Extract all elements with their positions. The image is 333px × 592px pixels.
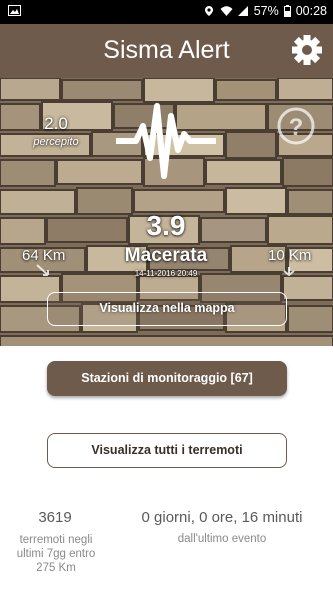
app-bar: Sisma Alert <box>0 24 333 78</box>
question-circle-icon[interactable]: ? <box>276 106 316 146</box>
earthquake-count-label: terremoti negli ultimi 7gg entro 275 Km <box>16 534 96 574</box>
image-icon <box>8 5 21 19</box>
app-title: Sisma Alert <box>103 36 230 64</box>
time-since-last-event: 0 giorni, 0 ore, 16 minuti <box>141 509 303 526</box>
seismograph-icon <box>116 103 216 179</box>
location-icon <box>203 5 215 17</box>
event-panel: ? 2.0 percepito 3.9 Macerata 14-11-2016 … <box>0 78 333 346</box>
monitoring-stations-button[interactable]: Stazioni di monitoraggio [67] <box>47 361 287 396</box>
depth-arrow-icon <box>283 267 295 276</box>
perceived-label: percepito <box>33 136 79 148</box>
gear-icon[interactable] <box>290 33 324 67</box>
earthquake-count: 3619 <box>38 509 72 526</box>
magnitude-value: 3.9 <box>146 210 186 241</box>
direction-arrow-icon <box>36 264 49 276</box>
event-datetime: 14-11-2016 20:49 <box>134 269 198 278</box>
time-since-last-event-label: dall'ultimo evento <box>177 533 267 545</box>
svg-text:?: ? <box>289 114 304 141</box>
signal-icon <box>237 5 249 17</box>
view-all-earthquakes-button[interactable]: Visualizza tutti i terremoti <box>47 433 287 468</box>
wifi-icon <box>220 5 233 17</box>
perceived-value: 2.0 <box>44 114 68 133</box>
battery-icon <box>283 5 291 17</box>
clock-text: 00:28 <box>295 4 327 18</box>
distance-from-user: 64 Km <box>22 247 66 264</box>
battery-text: 57% <box>253 4 279 18</box>
status-bar: 57% 00:28 <box>0 0 333 24</box>
event-depth: 10 Km <box>268 247 312 264</box>
event-location: Macerata <box>124 245 208 266</box>
view-on-map-button[interactable]: Visualizza nella mappa <box>47 292 287 326</box>
